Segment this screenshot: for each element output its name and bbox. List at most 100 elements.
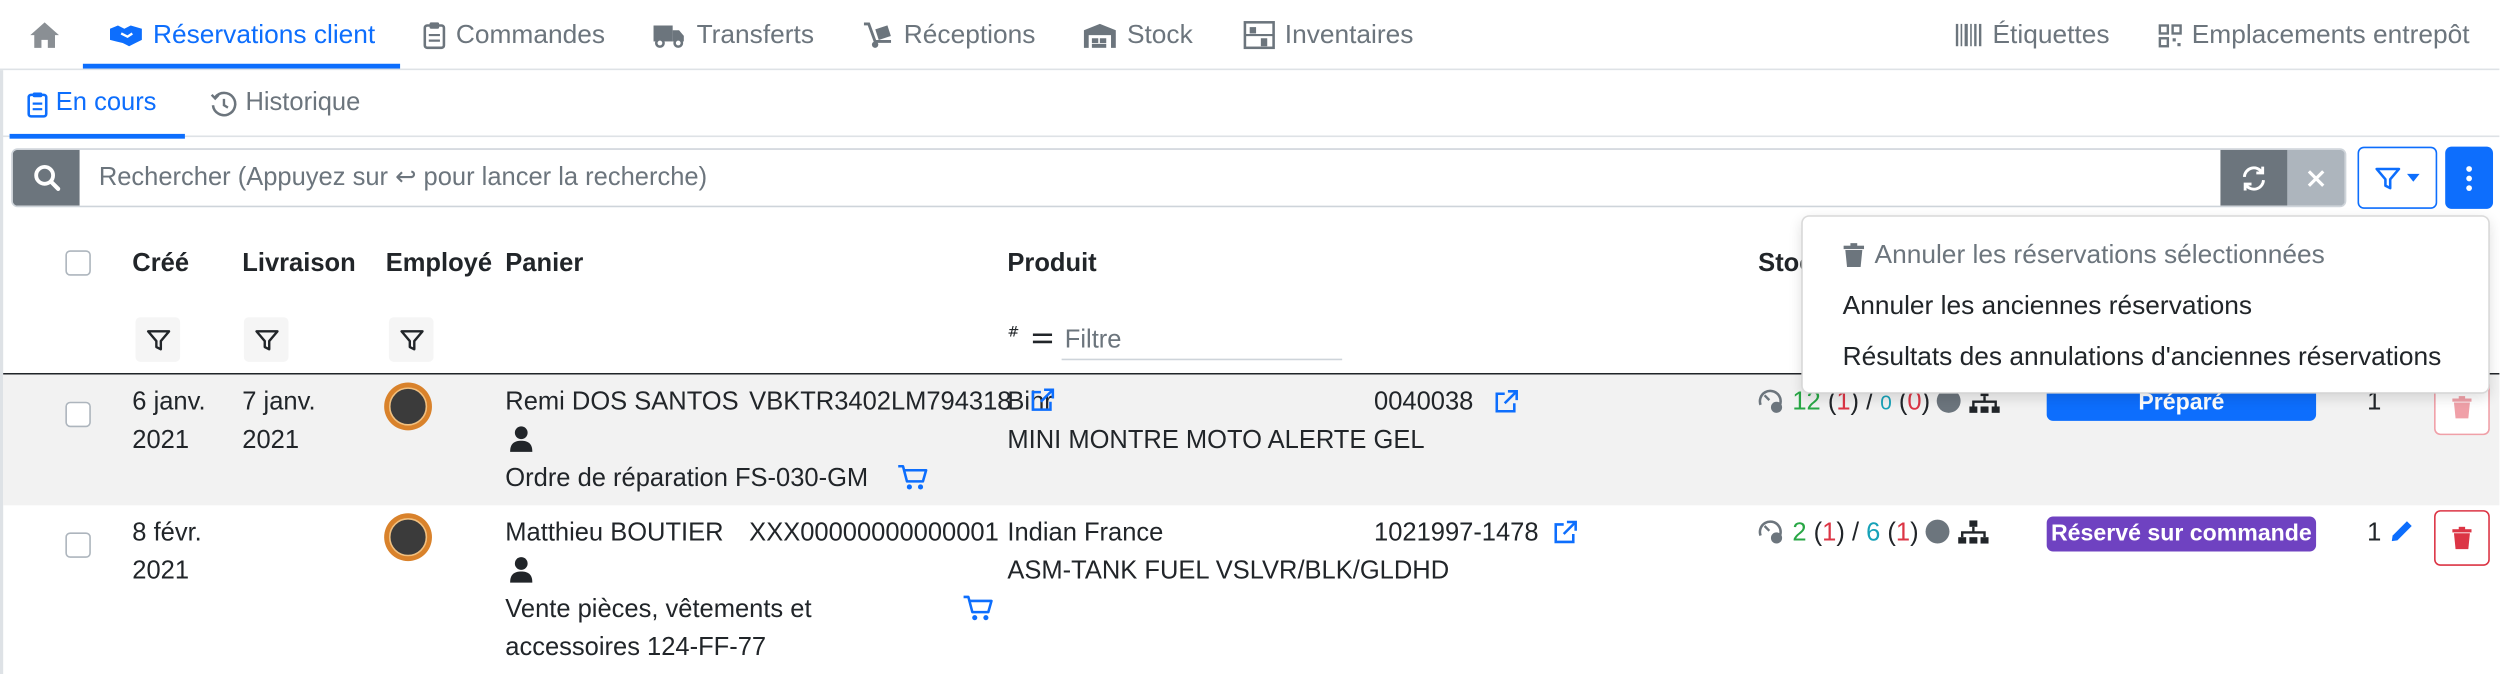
actions-dropdown-menu: Annuler les réservations sélectionnées A… — [1801, 215, 2490, 394]
nav-label: Étiquettes — [1992, 19, 2110, 49]
tab-historique[interactable]: Historique — [210, 70, 360, 137]
menu-item-label: Résultats des annulations d'anciennes ré… — [1842, 341, 2442, 371]
filter-employe-button[interactable] — [388, 317, 434, 362]
nav-label: Commandes — [455, 19, 605, 49]
delete-button[interactable] — [2434, 510, 2490, 566]
col-header-panier[interactable]: Panier — [505, 250, 583, 279]
nav-commandes[interactable]: Commandes — [422, 0, 605, 70]
more-actions-button[interactable] — [2445, 146, 2494, 209]
cree-date: 6 janv. — [132, 388, 206, 417]
nav-label: Stock — [1126, 19, 1193, 49]
filter-icon — [2375, 166, 2401, 189]
search-bar — [11, 148, 2347, 208]
filter-dropdown-button[interactable] — [2357, 146, 2438, 209]
nav-label: Réceptions — [903, 19, 1036, 49]
hash-equals-icon: # — [1007, 324, 1053, 344]
stock-ordered-reserved: 1 — [1895, 519, 1911, 547]
close-icon — [2307, 169, 2325, 187]
client-name[interactable]: Matthieu BOUTIER — [505, 515, 723, 553]
col-header-produit[interactable]: Produit — [1007, 250, 1096, 279]
stock-available: 2 — [1792, 519, 1807, 547]
nav-transferts[interactable]: Transferts — [652, 0, 814, 70]
nav-reservations-client[interactable]: Réservations client — [108, 0, 375, 70]
menu-item-label: Annuler les réservations sélectionnées — [1874, 239, 2325, 269]
filter-livraison-button[interactable] — [243, 317, 289, 362]
tab-label: En cours — [55, 89, 157, 117]
external-link-icon[interactable] — [1030, 387, 1056, 413]
menu-item-resultats-annulations[interactable]: Résultats des annulations d'anciennes ré… — [1803, 332, 2488, 383]
nav-stock[interactable]: Stock — [1082, 0, 1193, 70]
qrcode-icon — [2158, 23, 2182, 47]
filter-icon — [146, 329, 170, 350]
stock-gauge-icon — [1758, 520, 1783, 544]
top-nav: Réservations client Commandes Transferts… — [0, 0, 2500, 71]
clipboard-list-icon — [27, 91, 48, 117]
vehicle-vin: VBKTR3402LM794318 — [749, 388, 1012, 417]
active-nav-underline — [82, 63, 401, 69]
row-checkbox[interactable] — [65, 401, 91, 428]
search-input[interactable] — [79, 149, 2221, 206]
nav-receptions[interactable]: Réceptions — [862, 0, 1035, 70]
produit-filter-input[interactable] — [1061, 321, 1343, 361]
kebab-icon — [2466, 165, 2472, 191]
col-header-livraison[interactable]: Livraison — [242, 250, 355, 279]
livraison-year: 2021 — [242, 427, 300, 455]
menu-item-label: Annuler les anciennes réservations — [1842, 290, 2253, 320]
refresh-button[interactable] — [2220, 149, 2288, 206]
panier-description-line2: accessoires 124-FF-77 — [505, 634, 767, 662]
panier-description: Ordre de réparation FS-030-GM — [505, 465, 869, 493]
nav-label: Réservations client — [153, 19, 376, 49]
warehouse-icon — [1083, 23, 1116, 48]
clipboard-icon — [423, 22, 446, 50]
caret-down-icon — [2406, 173, 2420, 182]
barcode-icon — [1955, 23, 1982, 47]
select-all-checkbox[interactable] — [65, 250, 91, 276]
stock-ordered: 6 — [1866, 519, 1881, 547]
sub-nav: En cours Historique — [0, 70, 2500, 138]
home-icon — [30, 22, 59, 48]
nav-emplacements[interactable]: Emplacements entrepôt — [2158, 0, 2470, 70]
filter-cree-button[interactable] — [135, 317, 181, 362]
tab-en-cours[interactable]: En cours — [27, 70, 156, 137]
stock-gauge-icon — [1758, 389, 1783, 413]
sync-icon — [2242, 165, 2265, 190]
menu-item-annuler-selection[interactable]: Annuler les réservations sélectionnées — [1803, 230, 2488, 281]
history-icon — [210, 90, 237, 116]
stock-status-dot — [1925, 519, 1950, 544]
col-header-cree[interactable]: Créé — [132, 250, 189, 279]
product-brand: Indian France — [1007, 519, 1164, 547]
clear-search-button[interactable] — [2287, 149, 2345, 206]
stock-reserved: 1 — [1822, 519, 1837, 547]
user-icon — [510, 557, 533, 583]
search-button[interactable] — [12, 149, 80, 206]
quantity: 1 — [2367, 519, 2382, 547]
status-badge: Réservé sur commande — [2046, 516, 2317, 552]
filter-icon — [399, 329, 423, 350]
cart-icon[interactable] — [897, 464, 928, 491]
nav-label: Inventaires — [1284, 19, 1414, 49]
svg-text:#: # — [1007, 324, 1019, 340]
client-name[interactable]: Remi DOS SANTOS — [505, 384, 738, 422]
nav-inventaires[interactable]: Inventaires — [1243, 0, 1413, 70]
stock-ordered: 0 — [1880, 390, 1892, 415]
tab-label: Historique — [245, 89, 361, 117]
edit-icon[interactable] — [2389, 518, 2415, 544]
vehicle-vin: XXX00000000000001 — [749, 519, 999, 547]
home-link[interactable] — [29, 0, 61, 70]
external-link-icon[interactable] — [1494, 389, 1520, 415]
cree-year: 2021 — [132, 557, 190, 585]
col-header-employe[interactable]: Employé — [386, 250, 492, 279]
inventory-icon — [1243, 21, 1275, 50]
filter-icon — [254, 329, 278, 350]
user-icon — [510, 426, 533, 452]
cree-date: 8 févr. — [132, 519, 202, 547]
menu-item-annuler-anciennes[interactable]: Annuler les anciennes réservations — [1803, 281, 2488, 332]
external-link-icon[interactable] — [1553, 520, 1579, 546]
filter-mode-toggle[interactable]: # — [1007, 324, 1055, 357]
sitemap-icon[interactable] — [1957, 520, 1989, 546]
row-checkbox[interactable] — [65, 532, 91, 558]
product-name: ASM-TANK FUEL VSLVR/BLK/GLDHD — [1007, 557, 1450, 585]
trash-icon — [2452, 396, 2472, 419]
nav-etiquettes[interactable]: Étiquettes — [1954, 0, 2109, 70]
cart-icon[interactable] — [963, 595, 993, 622]
